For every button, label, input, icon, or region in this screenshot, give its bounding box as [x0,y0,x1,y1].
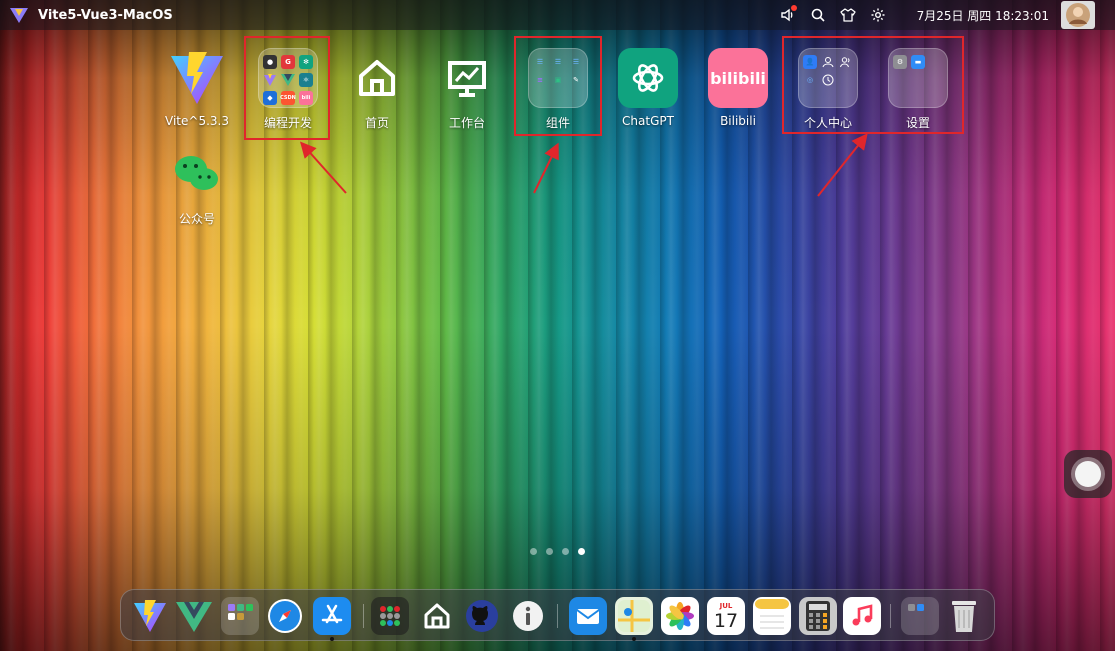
page-indicator [530,548,585,555]
dock-vue-icon[interactable] [175,597,213,635]
dock-music-icon[interactable] [843,597,881,635]
page-dot[interactable] [530,548,537,555]
dock-apps-folder[interactable] [371,597,409,635]
assistive-touch-ring [1071,457,1105,491]
dock-calendar-icon[interactable]: JUL 17 [707,597,745,635]
assistive-touch-button[interactable] [1064,450,1112,498]
dock-vite-icon[interactable] [131,597,169,635]
dock-separator [363,604,364,628]
dock-running-indicator [632,637,636,641]
dock-home-icon[interactable] [418,597,456,635]
dock-maps-icon[interactable] [615,597,653,635]
dock-settings-folder[interactable] [901,597,939,635]
dock-separator [557,604,558,628]
dock-calculator-icon[interactable] [799,597,837,635]
dock-separator [890,604,891,628]
dock-running-indicator [330,637,334,641]
dock-github-icon[interactable] [463,597,501,635]
dock-trash-icon[interactable] [945,597,983,635]
dock-photos-icon[interactable] [661,597,699,635]
dock-appstore-icon[interactable] [313,597,351,635]
page-dot-active[interactable] [578,548,585,555]
calendar-day: 17 [713,609,739,632]
dock-info-icon[interactable] [509,597,547,635]
page-dot[interactable] [546,548,553,555]
dock-notes-icon[interactable] [753,597,791,635]
page-dot[interactable] [562,548,569,555]
dock-mail-icon[interactable] [569,597,607,635]
dock: JUL 17 [120,589,995,641]
dock-safari-icon[interactable] [266,597,304,635]
dock-dev-folder[interactable] [221,597,259,635]
